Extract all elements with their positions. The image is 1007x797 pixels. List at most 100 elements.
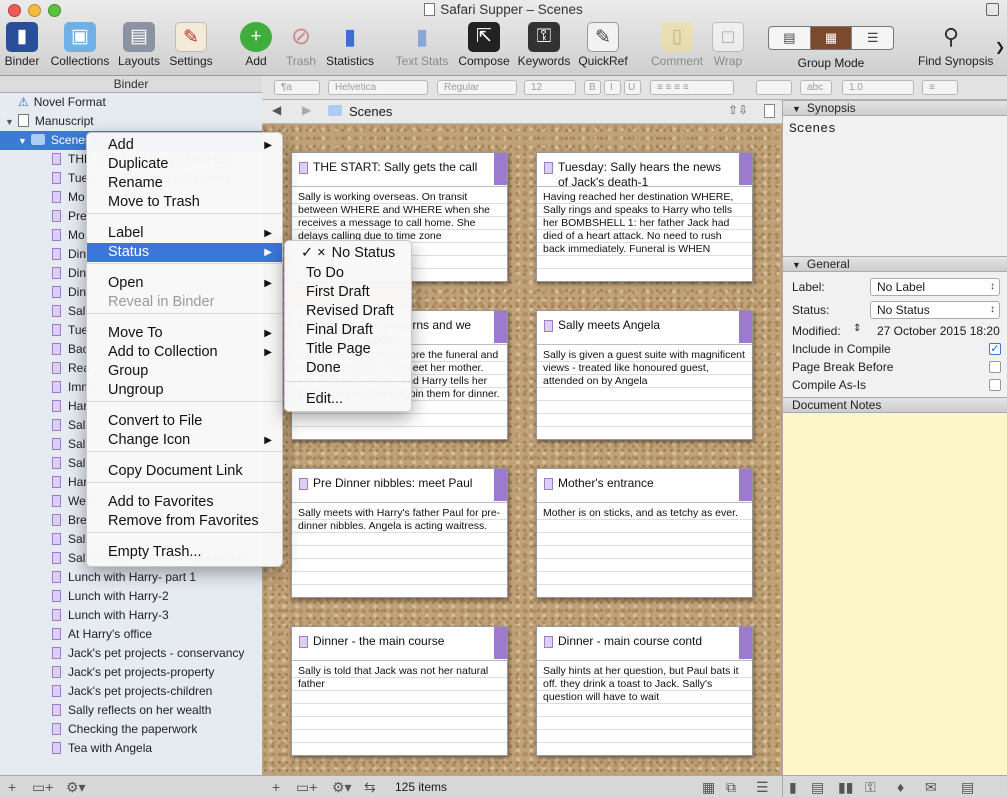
index-card[interactable]: Mother's entrance Mother is on sticks, an… <box>536 468 753 598</box>
binder-scene-item[interactable]: Jack's pet projects - conservancy <box>0 644 262 663</box>
list-view-icon[interactable]: ☰ <box>756 779 769 796</box>
card-synopsis[interactable]: Having reached her destination WHERE, Sa… <box>537 187 752 281</box>
menu-item-change-icon[interactable]: Change Icon ▶ <box>87 431 282 450</box>
statistics-button[interactable]: ▮ Statistics <box>317 22 383 68</box>
back-arrow-icon[interactable]: ◀ <box>272 103 281 117</box>
collections-button[interactable]: ▣ Collections <box>47 22 113 68</box>
menu-item-label[interactable]: Label ▶ <box>87 224 282 243</box>
index-card[interactable]: Dinner - main course contd Sally hints at… <box>536 626 753 756</box>
menu-item-remove-from-favorites[interactable]: Remove from Favorites <box>87 512 282 531</box>
group-mode-segmented-control[interactable]: ▤ ▦ ☰ <box>768 26 894 50</box>
binder-scene-item[interactable]: Checking the paperwork <box>0 720 262 739</box>
tag-icon[interactable]: ♦ <box>897 779 904 795</box>
corkboard-mode-icon[interactable]: ▦ <box>810 27 853 49</box>
binder-item-manuscript[interactable]: ▼ Manuscript <box>0 112 262 131</box>
toolbar-overflow-icon[interactable]: ❯ <box>995 40 1005 54</box>
freeform-icon[interactable]: ⧉ <box>726 779 736 796</box>
binder-scene-item[interactable]: Lunch with Harry-3 <box>0 606 262 625</box>
quickref-button[interactable]: ✎ QuickRef <box>570 22 636 68</box>
index-card[interactable]: Sally meets Angela Sally is given a guest… <box>536 310 753 440</box>
menu-item-status[interactable]: Status ▶ <box>87 243 282 262</box>
document-mode-icon[interactable]: ☰ <box>852 27 893 49</box>
card-synopsis[interactable]: Sally hints at her question, but Paul ba… <box>537 661 752 755</box>
disclosure-triangle-icon[interactable]: ▼ <box>792 104 801 114</box>
binder-scene-item[interactable]: Lunch with Harry- part 1 <box>0 568 262 587</box>
menu-item-add-to-favorites[interactable]: Add to Favorites <box>87 493 282 512</box>
fullscreen-icon[interactable] <box>986 3 999 16</box>
menu-item-empty-trash[interactable]: Empty Trash... <box>87 543 282 562</box>
status-item-done[interactable]: Done <box>285 359 411 378</box>
index-card[interactable]: Dinner - the main course Sally is told th… <box>291 626 508 756</box>
card-title[interactable]: Tuesday: Sally hears the news of Jack's … <box>537 153 752 189</box>
references-tab-icon[interactable]: ▤ <box>811 779 824 796</box>
outline-mode-icon[interactable]: ▤ <box>769 27 811 49</box>
keywords-tab-icon[interactable]: ⚿ <box>865 779 876 796</box>
highlight-select[interactable]: abc <box>800 80 832 95</box>
binder-scene-item[interactable]: Jack's pet projects-property <box>0 663 262 682</box>
binder-scene-item[interactable]: Lunch with Harry-2 <box>0 587 262 606</box>
gear-icon[interactable]: ⚙▾ <box>332 779 352 796</box>
status-item-revised-draft[interactable]: Revised Draft <box>285 302 411 321</box>
card-title[interactable]: Sally meets Angela <box>537 311 752 345</box>
settings-button[interactable]: ✎ Settings <box>158 22 224 68</box>
line-spacing-select[interactable]: 1.0 <box>842 80 914 95</box>
index-card[interactable]: Pre Dinner nibbles: meet Paul Sally meets… <box>291 468 508 598</box>
page-break-before-checkbox[interactable] <box>989 361 1001 373</box>
disclosure-triangle-icon[interactable]: ▼ <box>792 260 801 270</box>
menu-item-move-to-trash[interactable]: Move to Trash <box>87 193 282 212</box>
font-style-select[interactable]: Regular <box>437 80 517 95</box>
disclosure-triangle-icon[interactable]: ▼ <box>5 117 14 127</box>
lock-icon[interactable]: ▤ <box>961 779 974 796</box>
split-editor-icon[interactable] <box>764 104 775 118</box>
status-item-no-status[interactable]: ✓ × No Status <box>285 244 411 263</box>
find-synopsis-button[interactable]: ⚲ Find Synopsis <box>918 22 993 68</box>
card-synopsis[interactable]: Sally is given a guest suite with magnif… <box>537 345 752 439</box>
font-family-select[interactable]: Helvetica <box>328 80 428 95</box>
status-item-first-draft[interactable]: First Draft <box>285 283 411 302</box>
menu-item-move-to[interactable]: Move To ▶ <box>87 324 282 343</box>
gear-icon[interactable]: ⚙▾ <box>66 779 86 796</box>
index-card[interactable]: Tuesday: Sally hears the news of Jack's … <box>536 152 753 282</box>
menu-item-rename[interactable]: Rename <box>87 174 282 193</box>
menu-item-convert-to-file[interactable]: Convert to File <box>87 412 282 431</box>
text-color-select[interactable] <box>756 80 792 95</box>
status-item-title-page[interactable]: Title Page <box>285 340 411 359</box>
context-menu[interactable]: Add ▶ Duplicate Rename Move to Trash Label ▶ St… <box>86 132 283 567</box>
synopsis-title[interactable]: Scenes <box>789 121 836 136</box>
font-size-select[interactable]: 12 <box>524 80 576 95</box>
status-item-edit[interactable]: Edit... <box>285 390 411 409</box>
menu-item-copy-document-link[interactable]: Copy Document Link <box>87 462 282 481</box>
wrap-button[interactable]: □ Wrap <box>695 22 761 68</box>
disclosure-triangle-icon[interactable]: ▼ <box>18 136 27 146</box>
list-style-select[interactable]: ≡ <box>922 80 958 95</box>
card-synopsis[interactable]: Sally is told that Jack was not her natu… <box>292 661 507 755</box>
forward-arrow-icon[interactable]: ▶ <box>302 103 311 117</box>
keywords-button[interactable]: ⚿ Keywords <box>511 22 577 68</box>
status-select[interactable]: No Status <box>870 301 1000 319</box>
compose-button[interactable]: ⇱ Compose <box>451 22 517 68</box>
card-title[interactable]: Mother's entrance <box>537 469 752 503</box>
menu-item-add[interactable]: Add ▶ <box>87 136 282 155</box>
include-in-compile-checkbox[interactable]: ✓ <box>989 343 1001 355</box>
document-notes-area[interactable] <box>783 414 1007 775</box>
menu-item-duplicate[interactable]: Duplicate <box>87 155 282 174</box>
compile-as-is-checkbox[interactable] <box>989 379 1001 391</box>
notes-tab-icon[interactable]: ▮ <box>789 779 797 796</box>
date-stepper-icon[interactable]: ⇕ <box>853 323 861 334</box>
menu-item-add-to-collection[interactable]: Add to Collection ▶ <box>87 343 282 362</box>
corkboard-grid-icon[interactable]: ▦ <box>702 779 715 796</box>
status-submenu[interactable]: ✓ × No Status To Do First Draft Revised Draft… <box>284 240 412 412</box>
corkboard[interactable]: THE START: Sally gets the call Sally is w… <box>262 124 782 775</box>
paragraph-style-icon[interactable]: ¶a <box>274 80 320 95</box>
alignment-group[interactable]: ≡ ≡ ≡ ≡ <box>650 80 734 95</box>
binder-scene-item[interactable]: Sally reflects on her wealth <box>0 701 262 720</box>
card-title[interactable]: Pre Dinner nibbles: meet Paul <box>292 469 507 503</box>
add-folder-icon[interactable]: ▭+ <box>32 779 53 796</box>
card-synopsis[interactable]: Sally meets with Harry's father Paul for… <box>292 503 507 597</box>
card-title[interactable]: THE START: Sally gets the call <box>292 153 507 187</box>
menu-item-reveal-in-binder[interactable]: Reveal in Binder <box>87 293 282 312</box>
add-item-icon[interactable]: + <box>8 779 16 795</box>
card-title[interactable]: Dinner - main course contd <box>537 627 752 661</box>
status-item-to-do[interactable]: To Do <box>285 264 411 283</box>
add-card-icon[interactable]: + <box>272 779 280 795</box>
